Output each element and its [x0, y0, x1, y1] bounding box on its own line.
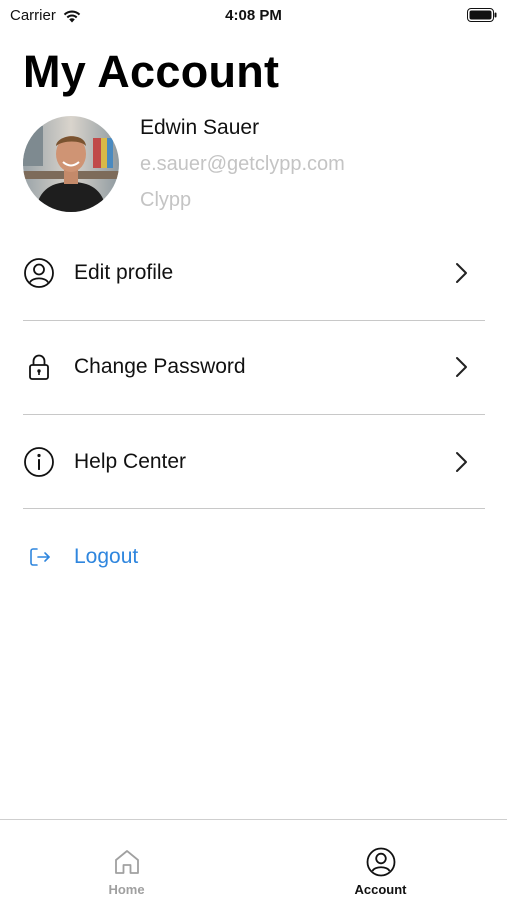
logout-icon — [23, 540, 57, 574]
divider — [23, 508, 485, 509]
user-email: e.sauer@getclypp.com — [140, 153, 345, 175]
user-circle-icon — [23, 256, 57, 290]
avatar[interactable] — [23, 116, 119, 212]
lock-icon — [23, 350, 57, 384]
menu-item-help-center[interactable]: Help Center — [23, 432, 485, 492]
divider — [23, 320, 485, 321]
battery-icon — [467, 8, 497, 22]
chevron-right-icon — [456, 357, 467, 377]
logout-label: Logout — [74, 545, 139, 568]
home-icon — [114, 850, 139, 874]
tab-bar: Home Account — [0, 819, 507, 900]
status-bar: Carrier 4:08 PM — [0, 0, 507, 30]
page-title: My Account — [23, 46, 280, 97]
info-circle-icon — [23, 445, 57, 479]
user-name: Edwin Sauer — [140, 116, 260, 139]
menu-item-edit-profile[interactable]: Edit profile — [23, 243, 485, 303]
avatar-photo — [23, 116, 119, 212]
menu-item-change-password[interactable]: Change Password — [23, 337, 485, 397]
menu-item-label: Change Password — [74, 355, 246, 378]
tab-home-label: Home — [108, 882, 145, 897]
chevron-right-icon — [456, 452, 467, 472]
menu-item-label: Edit profile — [74, 261, 174, 284]
tab-account-label: Account — [354, 882, 407, 897]
tab-account[interactable]: Account — [254, 820, 507, 900]
chevron-right-icon — [456, 263, 467, 283]
user-circle-icon — [366, 847, 395, 877]
user-company: Clypp — [140, 189, 192, 211]
menu-item-label: Help Center — [74, 450, 187, 473]
logout-button[interactable]: Logout — [23, 527, 485, 587]
divider — [23, 414, 485, 415]
tab-home[interactable]: Home — [0, 820, 253, 900]
status-time: 4:08 PM — [225, 7, 282, 24]
